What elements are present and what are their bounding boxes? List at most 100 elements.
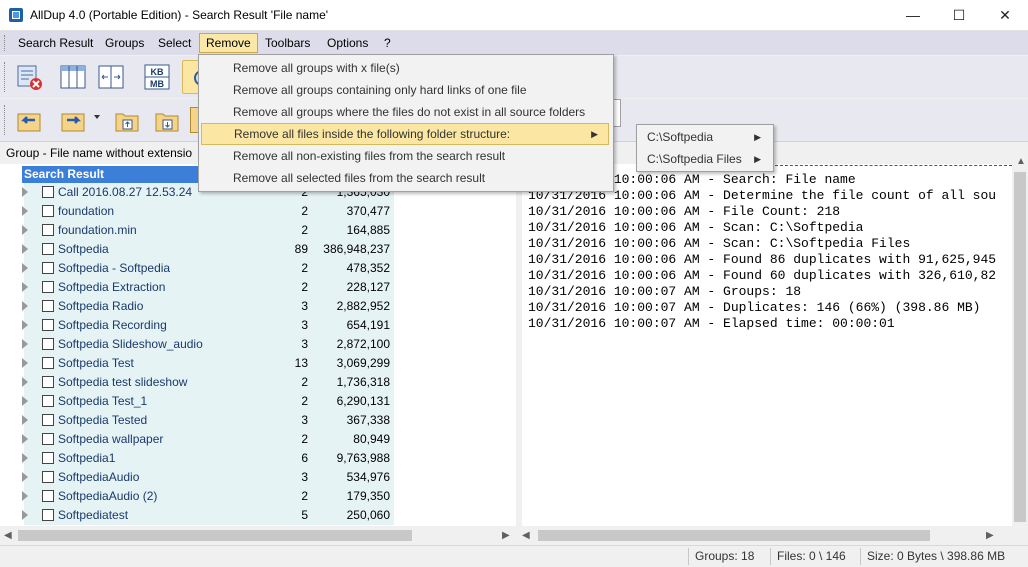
menu-help[interactable]: ?	[378, 34, 397, 52]
maximize-button[interactable]: ☐	[936, 0, 982, 30]
remove-groups-not-in-all-sources[interactable]: Remove all groups where the files do not…	[201, 101, 609, 123]
submenu-item-softpedia-files[interactable]: C:\Softpedia Files ▶	[639, 148, 769, 170]
expand-arrow-icon[interactable]	[22, 301, 28, 311]
submenu-item-softpedia[interactable]: C:\Softpedia ▶	[639, 126, 769, 148]
row-checkbox[interactable]	[42, 452, 54, 464]
tree-row[interactable]: foundation.min 2 164,885	[0, 221, 516, 240]
row-checkbox[interactable]	[42, 471, 54, 483]
columns-button[interactable]	[56, 60, 90, 94]
row-checkbox[interactable]	[42, 490, 54, 502]
scroll-right-icon[interactable]: ▶	[502, 530, 510, 541]
scroll-left-icon[interactable]: ◀	[4, 530, 12, 541]
folder-down-button[interactable]	[150, 103, 184, 137]
remove-non-existing-files[interactable]: Remove all non-existing files from the s…	[201, 145, 609, 167]
remove-selected-files[interactable]: Remove all selected files from the searc…	[201, 167, 609, 189]
row-checkbox[interactable]	[42, 186, 54, 198]
tree-row[interactable]: Softpedia Tested 3 367,338	[0, 411, 516, 430]
group-name: Softpedia1	[58, 451, 116, 465]
tree-row[interactable]: Softpedia - Softpedia 2 478,352	[0, 259, 516, 278]
expand-arrow-icon[interactable]	[22, 244, 28, 254]
scroll-thumb[interactable]	[538, 530, 930, 541]
tree-row[interactable]: Softpedia Test 13 3,069,299	[0, 354, 516, 373]
expand-arrow-icon[interactable]	[22, 415, 28, 425]
tree-row[interactable]: Softpedia Recording 3 654,191	[0, 316, 516, 335]
group-size: 367,338	[346, 413, 390, 427]
tree-row[interactable]: Softpedia Slideshow_audio 3 2,872,100	[0, 335, 516, 354]
row-checkbox[interactable]	[42, 395, 54, 407]
expand-arrow-icon[interactable]	[22, 358, 28, 368]
scroll-right-icon[interactable]: ▶	[986, 530, 994, 541]
group-count: 2	[301, 261, 308, 275]
fit-columns-button[interactable]	[94, 60, 128, 94]
expand-arrow-icon[interactable]	[22, 225, 28, 235]
row-checkbox[interactable]	[42, 281, 54, 293]
forward-button[interactable]	[56, 103, 90, 137]
close-result-button[interactable]	[12, 60, 46, 94]
chevron-down-icon[interactable]	[94, 115, 100, 119]
expand-arrow-icon[interactable]	[22, 187, 28, 197]
tree-row[interactable]: Softpedia Test_1 2 6,290,131	[0, 392, 516, 411]
row-checkbox[interactable]	[42, 243, 54, 255]
remove-files-in-folder-structure[interactable]: Remove all files inside the following fo…	[201, 123, 609, 145]
tree-row[interactable]: SoftpediaAudio (2) 2 179,350	[0, 487, 516, 506]
log-line: 10/31/2016 10:00:06 AM - Found 86 duplic…	[528, 252, 997, 267]
tree-row[interactable]: Softpedia 89 386,948,237	[0, 240, 516, 259]
scroll-left-icon[interactable]: ◀	[522, 530, 530, 541]
close-button[interactable]: ✕	[982, 0, 1028, 30]
tree-row[interactable]: Softpediatest 5 250,060	[0, 506, 516, 525]
log-horizontal-scrollbar[interactable]: ◀ ▶	[516, 527, 1012, 544]
row-checkbox[interactable]	[42, 357, 54, 369]
expand-arrow-icon[interactable]	[22, 206, 28, 216]
row-checkbox[interactable]	[42, 224, 54, 236]
tree-row[interactable]: Softpedia test slideshow 2 1,736,318	[0, 373, 516, 392]
expand-arrow-icon[interactable]	[22, 320, 28, 330]
folder-up-button[interactable]	[110, 103, 144, 137]
row-checkbox[interactable]	[42, 319, 54, 331]
expand-arrow-icon[interactable]	[22, 434, 28, 444]
tree-row[interactable]: Softpedia1 6 9,763,988	[0, 449, 516, 468]
expand-arrow-icon[interactable]	[22, 282, 28, 292]
expand-arrow-icon[interactable]	[22, 263, 28, 273]
tree-row[interactable]: foundation 2 370,477	[0, 202, 516, 221]
expand-arrow-icon[interactable]	[22, 472, 28, 482]
remove-groups-with-x-files[interactable]: Remove all groups with x file(s)	[201, 57, 609, 79]
menu-remove[interactable]: Remove	[199, 33, 258, 53]
group-name: Softpedia Test_1	[58, 394, 148, 408]
row-checkbox[interactable]	[42, 300, 54, 312]
row-checkbox[interactable]	[42, 262, 54, 274]
menu-select[interactable]: Select	[152, 34, 197, 52]
back-button[interactable]	[12, 103, 46, 137]
tree-row[interactable]: Softpedia Extraction 2 228,127	[0, 278, 516, 297]
expand-arrow-icon[interactable]	[22, 453, 28, 463]
group-size: 2,882,952	[336, 299, 390, 313]
group-name: Softpediatest	[58, 508, 129, 522]
tree-row[interactable]: SoftpediaAudio 3 534,976	[0, 468, 516, 487]
scroll-thumb[interactable]	[18, 530, 412, 541]
tree-row[interactable]: Softpedia wallpaper 2 80,949	[0, 430, 516, 449]
menu-options[interactable]: Options	[321, 34, 374, 52]
remove-groups-hard-links[interactable]: Remove all groups containing only hard l…	[201, 79, 609, 101]
result-tree[interactable]: Call 2016.08.27 12.53.24 2 1,365,030 fou…	[0, 164, 516, 526]
tree-row[interactable]: Softpedia Radio 3 2,882,952	[0, 297, 516, 316]
window-title: AllDup 4.0 (Portable Edition) - Search R…	[30, 8, 329, 22]
scroll-thumb[interactable]	[1014, 172, 1026, 522]
row-checkbox[interactable]	[42, 433, 54, 445]
scroll-up-icon[interactable]: ▲	[1016, 156, 1026, 167]
menu-groups[interactable]: Groups	[99, 34, 150, 52]
tree-horizontal-scrollbar[interactable]: ◀ ▶	[0, 527, 516, 544]
row-checkbox[interactable]	[42, 338, 54, 350]
expand-arrow-icon[interactable]	[22, 377, 28, 387]
log-vertical-scrollbar[interactable]: ▲	[1012, 152, 1028, 526]
size-unit-button[interactable]: KB MB	[140, 60, 174, 94]
row-checkbox[interactable]	[42, 205, 54, 217]
expand-arrow-icon[interactable]	[22, 396, 28, 406]
row-checkbox[interactable]	[42, 509, 54, 521]
menu-search-result[interactable]: Search Result	[12, 34, 99, 52]
minimize-button[interactable]: —	[890, 0, 936, 30]
menu-toolbars[interactable]: Toolbars	[259, 34, 316, 52]
row-checkbox[interactable]	[42, 376, 54, 388]
expand-arrow-icon[interactable]	[22, 510, 28, 520]
expand-arrow-icon[interactable]	[22, 339, 28, 349]
row-checkbox[interactable]	[42, 414, 54, 426]
expand-arrow-icon[interactable]	[22, 491, 28, 501]
